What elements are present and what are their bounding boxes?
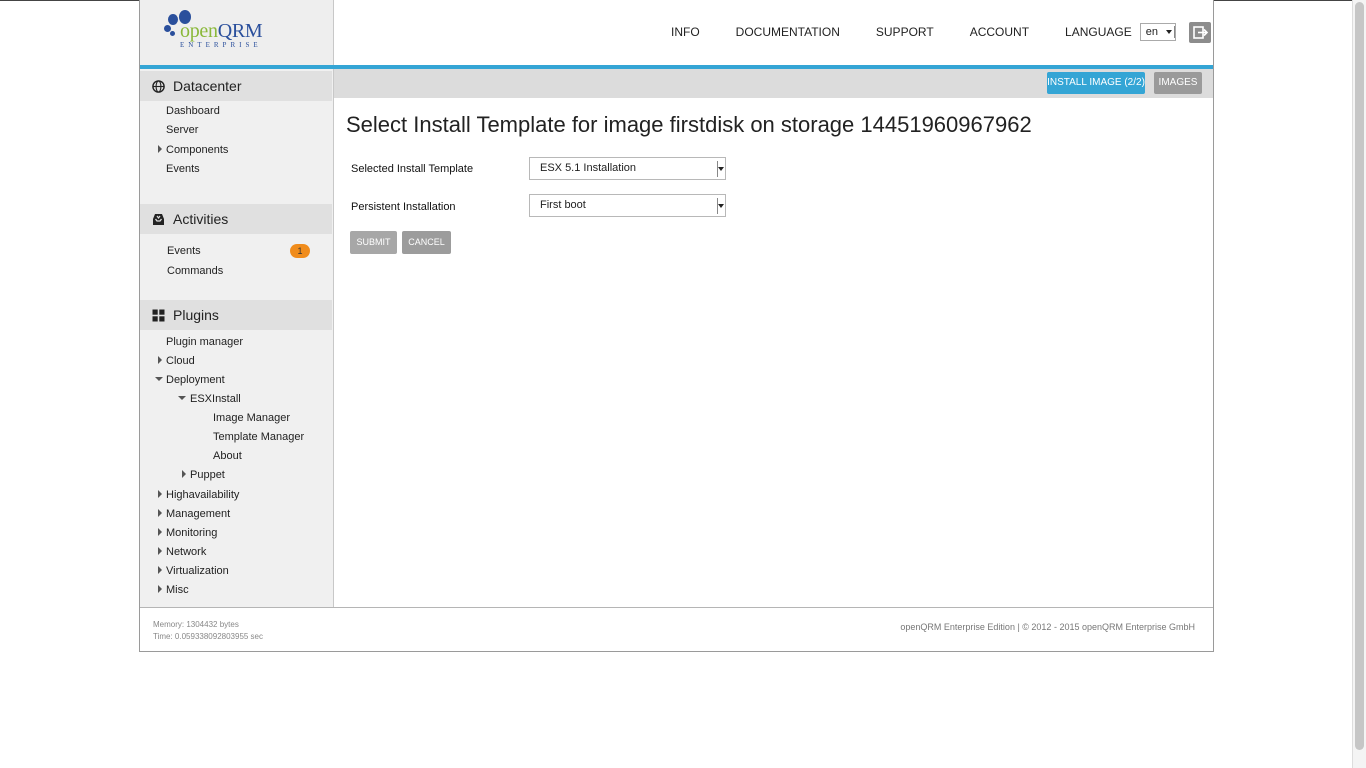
sidebar-item-template-manager[interactable]: Template Manager <box>213 431 304 443</box>
sidebar-item-management[interactable]: Management <box>166 508 230 520</box>
chevron-right-icon[interactable] <box>158 509 162 517</box>
footer-stats: Memory: 1304432 bytes Time: 0.0593380928… <box>153 619 263 643</box>
scrollbar-thumb[interactable] <box>1355 2 1364 750</box>
globe-icon <box>152 80 165 93</box>
chevron-right-icon[interactable] <box>158 490 162 498</box>
sidebar-item-virtualization[interactable]: Virtualization <box>166 565 229 577</box>
select-divider <box>1173 26 1175 38</box>
sidebar-item-commands[interactable]: Commands <box>167 265 223 277</box>
chevron-down-icon[interactable] <box>155 377 163 381</box>
sidebar-item-components[interactable]: Components <box>166 144 228 156</box>
section-activities[interactable]: Activities <box>140 204 332 234</box>
section-plugins[interactable]: Plugins <box>140 300 332 330</box>
section-title: Datacenter <box>173 78 242 94</box>
sidebar-item-network[interactable]: Network <box>166 546 206 558</box>
inbox-icon <box>153 214 164 225</box>
chevron-down-icon[interactable] <box>178 396 186 400</box>
install-image-button[interactable]: INSTALL IMAGE (2/2) <box>1047 72 1145 94</box>
footer-copyright: openQRM Enterprise Edition | © 2012 - 20… <box>900 622 1195 632</box>
chevron-right-icon[interactable] <box>158 547 162 555</box>
nav-account[interactable]: ACCOUNT <box>970 25 1029 39</box>
persistent-installation-select[interactable]: First boot <box>529 194 726 217</box>
sidebar-item-about[interactable]: About <box>213 450 242 462</box>
cancel-button[interactable]: CANCEL <box>402 231 451 254</box>
chevron-right-icon[interactable] <box>158 528 162 536</box>
section-datacenter[interactable]: Datacenter <box>140 71 332 101</box>
logo-qrm: QRM <box>217 20 263 42</box>
logout-button[interactable] <box>1188 21 1211 43</box>
persistent-installation-label: Persistent Installation <box>351 201 456 213</box>
app-frame: openQRM ENTERPRISE INFO DOCUMENTATION SU… <box>139 0 1214 652</box>
sidebar-item-activity-events[interactable]: Events <box>167 245 201 257</box>
footer-time: Time: 0.059338092803955 sec <box>153 632 264 641</box>
chevron-down-icon <box>718 204 724 208</box>
language-value: en <box>1145 26 1158 38</box>
chevron-right-icon[interactable] <box>158 356 162 364</box>
chevron-down-icon <box>718 167 724 171</box>
sidebar-item-cloud[interactable]: Cloud <box>166 355 195 367</box>
sidebar-item-server[interactable]: Server <box>166 124 198 136</box>
persistent-installation-value: First boot <box>540 199 586 211</box>
submit-button[interactable]: SUBMIT <box>350 231 397 254</box>
nav-support[interactable]: SUPPORT <box>876 25 934 39</box>
grid-icon <box>152 309 165 322</box>
footer-memory: Memory: 1304432 bytes <box>153 620 239 629</box>
logo[interactable]: openQRM ENTERPRISE <box>140 0 334 66</box>
section-title: Activities <box>173 211 229 227</box>
nav-info[interactable]: INFO <box>671 25 700 39</box>
page-scrollbar[interactable] <box>1352 0 1366 768</box>
logo-open: open <box>180 20 218 42</box>
page-title: Select Install Template for image firstd… <box>346 112 1032 137</box>
sidebar-item-monitoring[interactable]: Monitoring <box>166 527 217 539</box>
chevron-right-icon[interactable] <box>158 585 162 593</box>
sidebar-item-puppet[interactable]: Puppet <box>190 469 225 481</box>
sidebar-item-events[interactable]: Events <box>166 163 200 175</box>
sidebar-item-deployment[interactable]: Deployment <box>166 374 225 386</box>
footer-divider <box>140 607 1213 608</box>
logout-icon <box>1192 25 1208 39</box>
sidebar-item-highavailability[interactable]: Highavailability <box>166 489 239 501</box>
sidebar-item-image-manager[interactable]: Image Manager <box>213 412 290 424</box>
sidebar-item-plugin-manager[interactable]: Plugin manager <box>166 336 243 348</box>
events-badge: 1 <box>290 244 310 258</box>
chevron-down-icon <box>1165 30 1172 34</box>
logo-subtitle: ENTERPRISE <box>180 41 262 49</box>
sidebar-item-misc[interactable]: Misc <box>166 584 189 596</box>
language-label: LANGUAGE <box>1065 25 1132 39</box>
chevron-right-icon[interactable] <box>182 470 186 478</box>
images-button[interactable]: IMAGES <box>1154 72 1202 94</box>
logo-text: openQRM <box>180 20 263 43</box>
sidebar-item-esxinstall[interactable]: ESXInstall <box>190 393 241 405</box>
sidebar-item-dashboard[interactable]: Dashboard <box>166 105 220 117</box>
install-template-label: Selected Install Template <box>351 163 474 175</box>
language-select[interactable]: en <box>1139 23 1176 41</box>
top-nav: INFO DOCUMENTATION SUPPORT ACCOUNT LANGU… <box>671 21 1211 43</box>
chevron-right-icon[interactable] <box>158 145 162 153</box>
install-template-value: ESX 5.1 Installation <box>540 162 637 174</box>
chevron-right-icon[interactable] <box>158 566 162 574</box>
install-template-select[interactable]: ESX 5.1 Installation <box>529 157 726 180</box>
section-title: Plugins <box>173 307 219 323</box>
nav-documentation[interactable]: DOCUMENTATION <box>736 25 840 39</box>
